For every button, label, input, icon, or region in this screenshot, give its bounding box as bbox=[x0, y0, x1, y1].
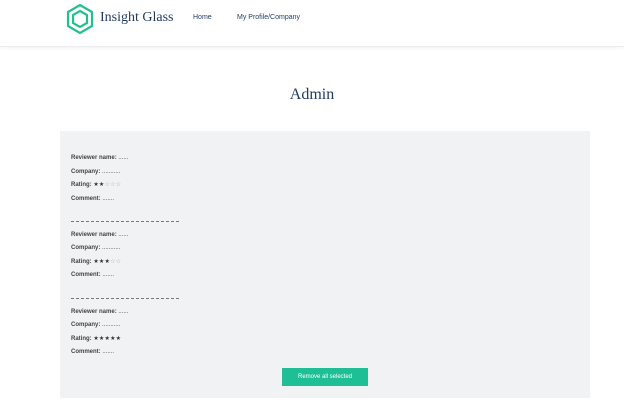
page-title: Admin bbox=[289, 86, 335, 103]
reviewer-name-label: Reviewer name: bbox=[71, 155, 117, 161]
rating-label: Rating: bbox=[71, 182, 92, 188]
company-label: Company: bbox=[71, 169, 101, 175]
company-value: ........... bbox=[102, 322, 121, 328]
review-divider bbox=[71, 298, 179, 299]
reviewer-name-label: Reviewer name: bbox=[71, 309, 117, 315]
star-rating: ★★★☆☆ bbox=[93, 259, 122, 265]
review-rating-row: Rating: ★★★☆☆ bbox=[71, 259, 121, 266]
company-label: Company: bbox=[71, 322, 101, 328]
review-company-row: Company: ........... bbox=[71, 322, 120, 329]
company-value: ........... bbox=[102, 245, 121, 251]
review-rating-row: Rating: ★★☆☆☆ bbox=[71, 182, 121, 189]
reviewer-name-label: Reviewer name: bbox=[71, 232, 117, 238]
review-name-row: Reviewer name: ...... bbox=[71, 309, 128, 316]
review-company-row: Company: ........... bbox=[71, 169, 120, 176]
reviewer-name-value: ...... bbox=[118, 155, 129, 161]
comment-value: ....... bbox=[102, 196, 115, 202]
remove-all-selected-button[interactable]: Remove all selected bbox=[282, 368, 368, 386]
nav-home-link[interactable]: Home bbox=[193, 14, 212, 21]
review-name-row: Reviewer name: ...... bbox=[71, 232, 128, 239]
comment-value: ....... bbox=[102, 272, 115, 278]
star-rating: ★★★★★ bbox=[93, 336, 122, 342]
review-comment-row: Comment: ....... bbox=[71, 272, 114, 279]
star-rating: ★★☆☆☆ bbox=[93, 182, 122, 188]
logo-icon bbox=[66, 4, 94, 34]
comment-label: Comment: bbox=[71, 272, 101, 278]
review-rating-row: Rating: ★★★★★ bbox=[71, 336, 121, 343]
rating-label: Rating: bbox=[71, 259, 92, 265]
review-company-row: Company: ........... bbox=[71, 245, 120, 252]
review-name-row: Reviewer name: ...... bbox=[71, 155, 128, 162]
rating-label: Rating: bbox=[71, 336, 92, 342]
comment-value: ....... bbox=[102, 349, 115, 355]
nav-profile-link[interactable]: My Profile/Company bbox=[237, 14, 300, 21]
comment-label: Comment: bbox=[71, 196, 101, 202]
review-comment-row: Comment: ....... bbox=[71, 349, 114, 356]
company-value: ........... bbox=[102, 169, 121, 175]
comment-label: Comment: bbox=[71, 349, 101, 355]
brand-name[interactable]: Insight Glass bbox=[100, 10, 174, 26]
reviewer-name-value: ...... bbox=[118, 232, 129, 238]
review-comment-row: Comment: ....... bbox=[71, 196, 114, 203]
company-label: Company: bbox=[71, 245, 101, 251]
top-nav-bar: Insight Glass Home My Profile/Company bbox=[0, 0, 624, 47]
review-divider bbox=[71, 221, 179, 222]
reviewer-name-value: ...... bbox=[118, 309, 129, 315]
reviews-panel: Reviewer name: ...... Company: .........… bbox=[60, 131, 590, 398]
